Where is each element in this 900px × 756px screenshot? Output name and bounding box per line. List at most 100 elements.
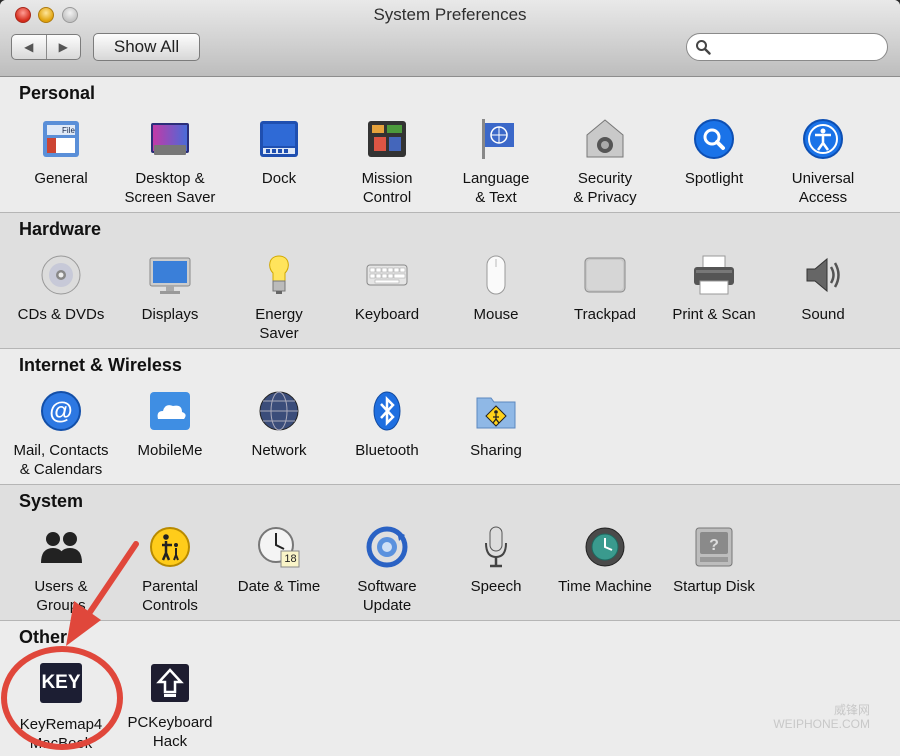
section-hardware: Hardware CDs & DVDs Displays Energy Save… xyxy=(0,213,900,349)
print-scan-icon xyxy=(692,253,736,297)
search-icon xyxy=(696,40,711,55)
desktop-screensaver-icon xyxy=(148,117,192,161)
pref-trackpad[interactable]: Trackpad xyxy=(551,253,659,324)
pref-label: Spotlight xyxy=(684,170,744,187)
pref-mobileme[interactable]: MobileMe xyxy=(116,389,224,460)
speech-icon xyxy=(474,525,518,569)
svg-text:@: @ xyxy=(49,398,72,425)
date-time-icon: 18 xyxy=(257,525,301,569)
section-other: Other KEY KeyRemap4 MacBook PCKeyboard H… xyxy=(0,621,900,756)
time-machine-icon xyxy=(583,525,627,569)
pref-keyremap4macbook[interactable]: KEY KeyRemap4 MacBook xyxy=(7,661,115,753)
back-button[interactable]: ◀ xyxy=(12,35,46,59)
pref-general[interactable]: File General xyxy=(7,117,115,188)
pref-spotlight[interactable]: Spotlight xyxy=(660,117,768,188)
pref-universal-access[interactable]: Universal Access xyxy=(769,117,877,207)
pref-displays[interactable]: Displays xyxy=(116,253,224,324)
pref-label: Time Machine xyxy=(558,578,652,595)
pref-users-groups[interactable]: Users & Groups xyxy=(7,525,115,615)
pref-network[interactable]: Network xyxy=(225,389,333,460)
pref-sound[interactable]: Sound xyxy=(769,253,877,324)
section-title-hardware: Hardware xyxy=(19,219,102,239)
startup-disk-icon: ? xyxy=(692,525,736,569)
pref-label: Keyboard xyxy=(354,306,420,323)
pref-cds-dvds[interactable]: CDs & DVDs xyxy=(7,253,115,324)
pref-label: Sound xyxy=(801,306,845,323)
software-update-icon xyxy=(365,525,409,569)
pref-label: Startup Disk xyxy=(673,578,755,595)
language-text-icon xyxy=(474,117,518,161)
energy-saver-icon xyxy=(257,253,301,297)
svg-text:File: File xyxy=(62,126,75,135)
section-internet-wireless: Internet & Wireless @ Mail, Contacts & C… xyxy=(0,349,900,485)
pref-label: Mouse xyxy=(473,306,519,323)
pref-mission-control[interactable]: Mission Control xyxy=(333,117,441,207)
pref-security-privacy[interactable]: Security & Privacy xyxy=(551,117,659,207)
pref-startup-disk[interactable]: ? Startup Disk xyxy=(660,525,768,596)
show-all-button[interactable]: Show All xyxy=(93,33,200,61)
pref-parental-controls[interactable]: Parental Controls xyxy=(116,525,224,615)
pref-date-time[interactable]: 18 Date & Time xyxy=(225,525,333,596)
pref-label: Date & Time xyxy=(237,578,321,595)
pref-software-update[interactable]: Software Update xyxy=(333,525,441,615)
pref-label: Users & Groups xyxy=(34,578,88,614)
watermark-cn: 威锋网 xyxy=(833,703,870,717)
forward-button[interactable]: ▶ xyxy=(45,35,81,59)
section-system: System Users & Groups Parental Controls … xyxy=(0,485,900,621)
pref-label: Energy Saver xyxy=(255,306,303,342)
pref-desktop-screensaver[interactable]: Desktop & Screen Saver xyxy=(116,117,224,207)
pref-label: Trackpad xyxy=(574,306,636,323)
section-title-personal: Personal xyxy=(19,83,96,103)
pref-label: Print & Scan xyxy=(672,306,756,323)
back-forward-group: ◀ ▶ xyxy=(11,34,81,60)
search-input[interactable] xyxy=(715,37,884,59)
pref-label: Sharing xyxy=(470,442,522,459)
keyremap-icon: KEY xyxy=(39,663,83,707)
pref-label: MobileMe xyxy=(137,442,203,459)
pref-mail-contacts-calendars[interactable]: @ Mail, Contacts & Calendars xyxy=(7,389,115,479)
pref-print-scan[interactable]: Print & Scan xyxy=(660,253,768,324)
mouse-icon xyxy=(474,253,518,297)
mail-contacts-icon: @ xyxy=(39,389,83,433)
pref-label: Software Update xyxy=(357,578,417,614)
pref-label: Mail, Contacts & Calendars xyxy=(13,442,109,478)
pref-bluetooth[interactable]: Bluetooth xyxy=(333,389,441,460)
pref-label: Mission Control xyxy=(361,170,413,206)
dock-icon xyxy=(257,117,301,161)
pref-time-machine[interactable]: Time Machine xyxy=(551,525,659,596)
search-field[interactable] xyxy=(686,33,888,61)
keyremap-glyph: KEY xyxy=(40,663,82,703)
trackpad-icon xyxy=(583,253,627,297)
pref-label: Language & Text xyxy=(462,170,530,206)
keyboard-icon xyxy=(365,253,409,297)
svg-text:?: ? xyxy=(709,537,719,554)
pref-label: Universal Access xyxy=(791,170,855,206)
displays-icon xyxy=(148,253,192,297)
pref-language-text[interactable]: Language & Text xyxy=(442,117,550,207)
mission-control-icon xyxy=(365,117,409,161)
window-title: System Preferences xyxy=(373,5,527,24)
pref-keyboard[interactable]: Keyboard xyxy=(333,253,441,324)
users-groups-icon xyxy=(39,525,83,569)
pref-pckeyboard-hack[interactable]: PCKeyboard Hack xyxy=(116,661,224,751)
sharing-icon xyxy=(474,389,518,433)
date-icon-day: 18 xyxy=(284,553,297,565)
network-icon xyxy=(257,389,301,433)
section-title-system: System xyxy=(19,491,84,511)
pref-label: Desktop & Screen Saver xyxy=(124,170,216,206)
parental-controls-icon xyxy=(148,525,192,569)
pref-dock[interactable]: Dock xyxy=(225,117,333,188)
pref-mouse[interactable]: Mouse xyxy=(442,253,550,324)
pref-speech[interactable]: Speech xyxy=(442,525,550,596)
section-title-internet-wireless: Internet & Wireless xyxy=(19,355,182,375)
section-title-other: Other xyxy=(19,627,68,647)
pref-sharing[interactable]: Sharing xyxy=(442,389,550,460)
mobileme-icon xyxy=(148,389,192,433)
pref-label: Security & Privacy xyxy=(573,170,637,206)
pref-label: CDs & DVDs xyxy=(17,306,105,323)
spotlight-icon xyxy=(692,117,736,161)
pref-energy-saver[interactable]: Energy Saver xyxy=(225,253,333,343)
pref-label: Bluetooth xyxy=(355,442,419,459)
system-preferences-window: System Preferences ◀ ▶ Show All Personal… xyxy=(0,0,900,756)
pref-label: PCKeyboard Hack xyxy=(127,714,213,750)
